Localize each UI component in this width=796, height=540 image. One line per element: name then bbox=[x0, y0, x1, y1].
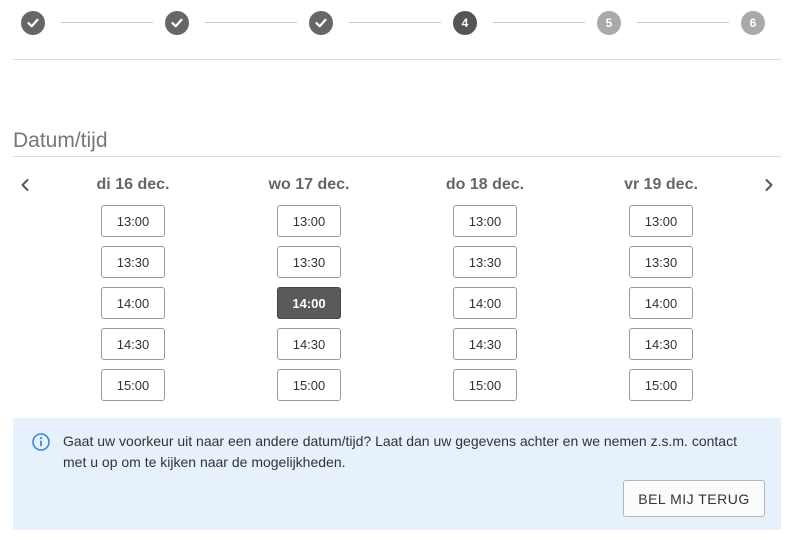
time-slot[interactable]: 15:00 bbox=[101, 369, 165, 401]
day-column: vr 19 dec. 13:00 13:30 14:00 14:30 15:00 bbox=[596, 174, 726, 401]
step-2-complete bbox=[165, 11, 189, 35]
time-slot[interactable]: 14:30 bbox=[101, 328, 165, 360]
page-title: Datum/tijd bbox=[13, 129, 108, 153]
time-slot[interactable]: 14:00 bbox=[101, 287, 165, 319]
step-connector bbox=[61, 22, 153, 23]
checkmark-icon bbox=[171, 18, 183, 28]
time-slot[interactable]: 14:00 bbox=[629, 287, 693, 319]
time-slot[interactable]: 13:30 bbox=[453, 246, 517, 278]
chevron-left-icon bbox=[21, 179, 29, 191]
divider bbox=[13, 59, 781, 60]
time-slot[interactable]: 15:00 bbox=[453, 369, 517, 401]
day-column: di 16 dec. 13:00 13:30 14:00 14:30 15:00 bbox=[68, 174, 198, 401]
time-slot[interactable]: 13:30 bbox=[629, 246, 693, 278]
time-slot[interactable]: 14:30 bbox=[453, 328, 517, 360]
divider bbox=[13, 156, 781, 157]
progress-stepper: 4 5 6 bbox=[0, 0, 796, 46]
step-5: 5 bbox=[597, 11, 621, 35]
step-1-complete bbox=[21, 11, 45, 35]
day-column: do 18 dec. 13:00 13:30 14:00 14:30 15:00 bbox=[420, 174, 550, 401]
step-connector bbox=[349, 22, 441, 23]
step-connector bbox=[493, 22, 585, 23]
chevron-right-icon bbox=[765, 179, 773, 191]
time-slot[interactable]: 13:00 bbox=[453, 205, 517, 237]
previous-days-button[interactable] bbox=[14, 174, 36, 196]
time-slot[interactable]: 13:00 bbox=[101, 205, 165, 237]
checkmark-icon bbox=[27, 18, 39, 28]
time-slot[interactable]: 13:30 bbox=[101, 246, 165, 278]
step-4-current: 4 bbox=[453, 11, 477, 35]
time-slot[interactable]: 15:00 bbox=[277, 369, 341, 401]
time-slot[interactable]: 15:00 bbox=[629, 369, 693, 401]
step-6: 6 bbox=[741, 11, 765, 35]
call-me-back-button[interactable]: BEL MIJ TERUG bbox=[623, 480, 765, 517]
time-slot[interactable]: 14:30 bbox=[277, 328, 341, 360]
time-slot[interactable]: 13:00 bbox=[629, 205, 693, 237]
day-header: vr 19 dec. bbox=[624, 176, 698, 193]
time-slot[interactable]: 13:30 bbox=[277, 246, 341, 278]
info-icon bbox=[32, 433, 50, 451]
time-slot[interactable]: 14:30 bbox=[629, 328, 693, 360]
time-slot-selected[interactable]: 14:00 bbox=[277, 287, 341, 319]
info-box: Gaat uw voorkeur uit naar een andere dat… bbox=[13, 418, 781, 530]
info-message: Gaat uw voorkeur uit naar een andere dat… bbox=[63, 433, 737, 470]
next-days-button[interactable] bbox=[758, 174, 780, 196]
day-header: do 18 dec. bbox=[445, 176, 525, 193]
time-slot[interactable]: 13:00 bbox=[277, 205, 341, 237]
day-column: wo 17 dec. 13:00 13:30 14:00 14:30 15:00 bbox=[244, 174, 374, 401]
day-header: wo 17 dec. bbox=[268, 176, 350, 193]
step-3-complete bbox=[309, 11, 333, 35]
time-slot[interactable]: 14:00 bbox=[453, 287, 517, 319]
day-header: di 16 dec. bbox=[96, 176, 170, 193]
step-connector bbox=[205, 22, 297, 23]
step-connector bbox=[637, 22, 729, 23]
checkmark-icon bbox=[315, 18, 327, 28]
